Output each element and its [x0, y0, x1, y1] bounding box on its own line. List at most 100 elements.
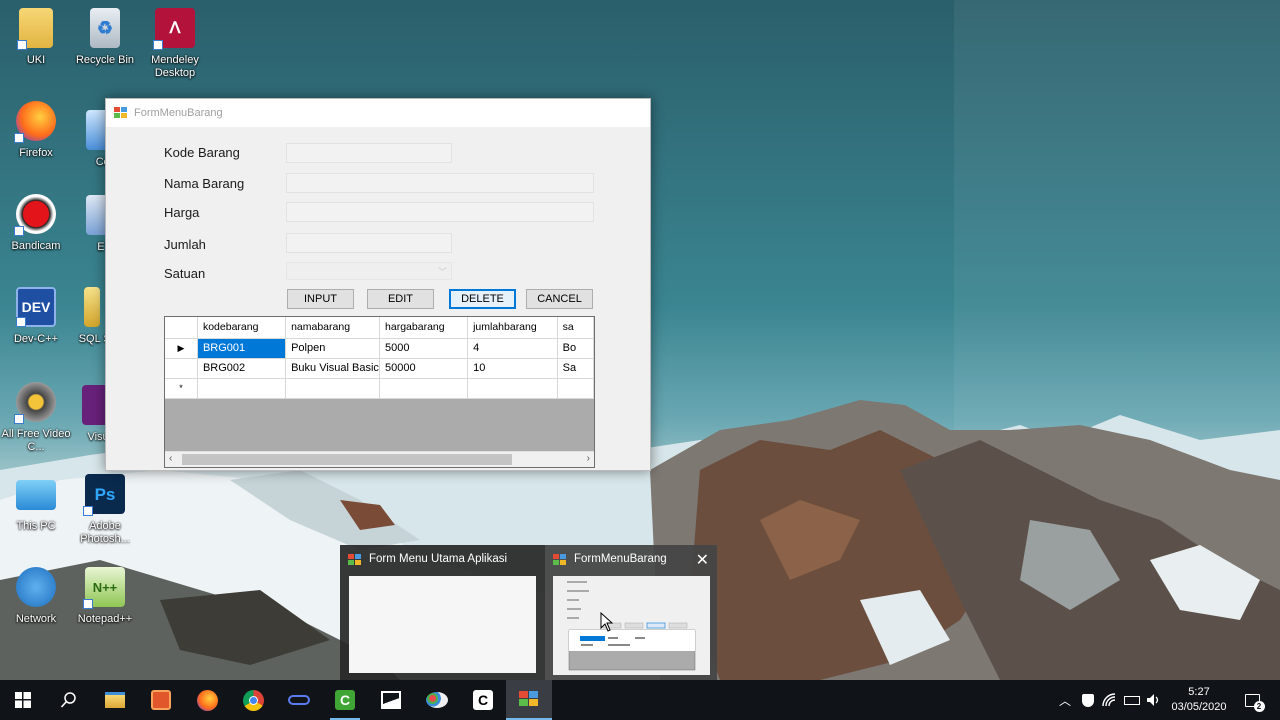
desktop-icon-recycle-bin[interactable]: ♻ Recycle Bin — [69, 8, 141, 67]
desktop-icon-label: ETaxI — [97, 241, 106, 253]
column-header[interactable]: hargabarang — [379, 317, 469, 339]
notification-center-icon[interactable]: 2 — [1240, 680, 1265, 720]
desktop-icon-network[interactable]: Network — [0, 567, 72, 626]
mini-form-preview — [567, 581, 696, 671]
taskbar-chrome[interactable] — [230, 680, 276, 720]
desktop-icon-bandicam[interactable]: Bandicam — [0, 194, 72, 253]
grid-cell-selected[interactable]: BRG001 — [197, 338, 287, 359]
desktop-icon-control-panel[interactable]: Co Pa — [72, 110, 106, 169]
table-row[interactable]: ▶ BRG001 Polpen 5000 4 Bo — [165, 338, 594, 359]
grid-cell[interactable]: 5000 — [379, 338, 469, 359]
taskbar-paint[interactable] — [414, 680, 460, 720]
security-shield-icon[interactable] — [1078, 680, 1098, 720]
desktop-icon-uki[interactable]: UKI — [0, 8, 72, 67]
row-header — [165, 358, 198, 379]
delete-button[interactable]: DELETE — [449, 289, 516, 309]
grid-cell[interactable]: BRG002 — [197, 358, 287, 379]
barang-datagrid[interactable]: kodebarang namabarang hargabarang jumlah… — [164, 316, 595, 468]
desktop-icon-devcpp[interactable]: DEV Dev-C++ — [0, 287, 72, 346]
notepadpp-icon: N++ — [83, 567, 125, 609]
current-row-indicator: ▶ — [165, 338, 198, 359]
jumlah-label: Jumlah — [164, 237, 206, 252]
taskbar-preview-form-menu-barang[interactable]: FormMenuBarang ✕ — [545, 545, 717, 680]
wifi-icon[interactable] — [1100, 680, 1120, 720]
volume-icon[interactable] — [1144, 680, 1164, 720]
scroll-left-icon[interactable]: ‹ — [169, 453, 172, 464]
taskbar-photos[interactable] — [368, 680, 414, 720]
search-icon — [60, 692, 76, 708]
taskbar-capcut[interactable]: C — [460, 680, 506, 720]
table-row[interactable]: BRG002 Buku Visual Basic 50000 10 Sa — [165, 358, 594, 379]
window-titlebar[interactable]: FormMenuBarang — [106, 99, 650, 127]
taskbar-file-explorer[interactable] — [92, 680, 138, 720]
link-app-icon — [288, 695, 310, 705]
chrome-icon — [242, 689, 264, 711]
nama-barang-label: Nama Barang — [164, 176, 245, 191]
grid-cell[interactable]: 4 — [467, 338, 558, 359]
grid-cell[interactable]: 50000 — [379, 358, 469, 379]
scroll-right-icon[interactable]: › — [587, 453, 590, 464]
mouse-cursor-icon — [600, 612, 614, 632]
grid-cell[interactable]: Sa — [557, 358, 594, 379]
winforms-app-icon — [519, 691, 539, 707]
paint-icon — [426, 692, 448, 708]
desktop-icon-label: UKI — [26, 54, 46, 66]
taskbar-link-app[interactable] — [276, 680, 322, 720]
folder-icon — [17, 8, 53, 50]
photos-icon — [381, 691, 401, 709]
desktop-icon-notepadpp[interactable]: N++ Notepad++ — [69, 567, 141, 626]
edit-button[interactable]: EDIT — [367, 289, 434, 309]
kode-barang-label: Kode Barang — [164, 145, 240, 160]
taskbar-app-orange[interactable] — [138, 680, 184, 720]
clock-time: 5:27 — [1188, 686, 1210, 698]
grid-cell[interactable]: Polpen — [285, 338, 381, 359]
column-header[interactable]: sa — [557, 317, 594, 339]
search-button[interactable] — [46, 680, 92, 720]
column-header[interactable]: jumlahbarang — [467, 317, 558, 339]
grid-cell[interactable]: Bo — [557, 338, 594, 359]
close-icon[interactable]: ✕ — [696, 550, 709, 570]
column-header[interactable]: kodebarang — [197, 317, 287, 339]
grid-cell[interactable]: 10 — [467, 358, 558, 379]
grid-cell[interactable] — [197, 378, 287, 399]
nama-barang-field[interactable] — [286, 173, 594, 193]
clock-date: 03/05/2020 — [1171, 701, 1227, 713]
winforms-app-icon — [348, 553, 361, 565]
desktop-icon-firefox[interactable]: Firefox — [0, 101, 72, 160]
grid-cell[interactable]: Buku Visual Basic — [285, 358, 381, 379]
cancel-button[interactable]: CANCEL — [526, 289, 593, 309]
desktop-icon-visual-studio[interactable]: Visual 20 — [72, 385, 106, 444]
battery-icon[interactable] — [1122, 680, 1142, 720]
desktop-icon-etax[interactable]: ETaxI — [72, 195, 106, 254]
desktop-icon-sql-server[interactable]: SQL S Mana — [72, 287, 106, 346]
this-pc-icon — [16, 480, 56, 510]
horizontal-scrollbar[interactable]: ‹ › — [165, 451, 594, 467]
desktop-icon-label: This PC — [16, 520, 56, 532]
grid-cell[interactable] — [379, 378, 469, 399]
grid-cell[interactable] — [285, 378, 381, 399]
new-row[interactable]: * — [165, 378, 594, 399]
scrollbar-thumb[interactable] — [182, 454, 512, 465]
jumlah-field[interactable] — [286, 233, 452, 253]
file-explorer-icon — [105, 692, 125, 708]
grid-cell[interactable] — [467, 378, 558, 399]
taskbar-camtasia[interactable]: C — [322, 680, 368, 720]
mendeley-icon: ⴷ — [153, 8, 195, 50]
desktop-icon-mendeley[interactable]: ⴷ Mendeley Desktop — [139, 8, 211, 80]
start-button[interactable] — [0, 680, 46, 720]
taskbar-clock[interactable]: 5:27 03/05/2020 — [1166, 685, 1232, 715]
input-button[interactable]: INPUT — [287, 289, 354, 309]
desktop-icon-this-pc[interactable]: This PC — [0, 474, 72, 533]
etax-icon — [86, 195, 106, 235]
satuan-combobox[interactable]: ﹀ — [286, 262, 452, 280]
tray-overflow-chevron-icon[interactable]: ︿ — [1055, 680, 1075, 720]
kode-barang-field[interactable] — [286, 143, 452, 163]
taskbar-preview-menu-utama[interactable]: Form Menu Utama Aplikasi — [340, 545, 545, 680]
taskbar-winforms-app[interactable] — [506, 680, 552, 720]
desktop-icon-video-converter[interactable]: All Free Video C... — [0, 382, 72, 454]
column-header[interactable]: namabarang — [285, 317, 381, 339]
taskbar-firefox[interactable] — [184, 680, 230, 720]
desktop-icon-label: Co Pa — [95, 156, 106, 168]
harga-field[interactable] — [286, 202, 594, 222]
grid-cell[interactable] — [557, 378, 594, 399]
